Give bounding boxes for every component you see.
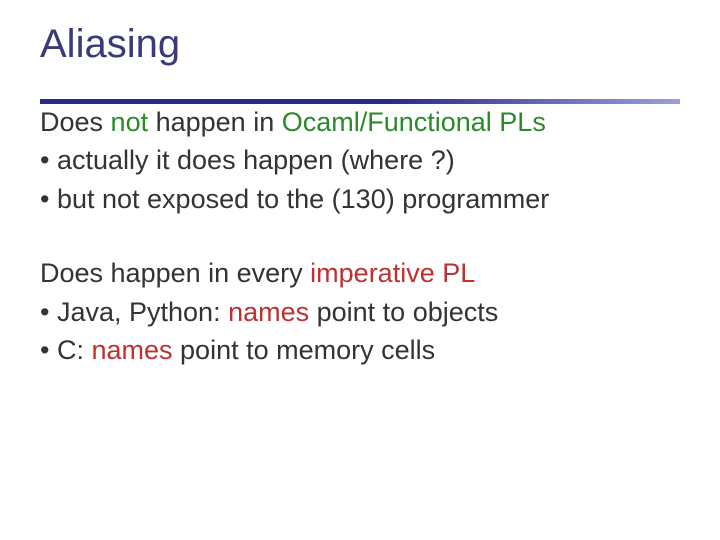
highlight-not: not: [111, 107, 149, 137]
text: Java, Python:: [57, 297, 228, 327]
block-imperative: Does happen in every imperative PL Java,…: [40, 255, 680, 368]
highlight-names: names: [228, 297, 309, 327]
bullet-item: actually it does happen (where ?): [40, 142, 680, 178]
text: Does: [40, 107, 111, 137]
bullet-item: C: names point to memory cells: [40, 332, 680, 368]
slide-title: Aliasing: [40, 22, 680, 73]
slide-title-wrap: Aliasing: [40, 22, 680, 104]
bullet-item: but not exposed to the (130) programmer: [40, 181, 680, 217]
lead-functional: Does not happen in Ocaml/Functional PLs: [40, 104, 680, 140]
text: C:: [57, 335, 92, 365]
text: happen in: [148, 107, 282, 137]
slide: Aliasing Does not happen in Ocaml/Functi…: [0, 0, 720, 540]
highlight-names: names: [91, 335, 172, 365]
highlight-imperative: imperative PL: [310, 258, 475, 288]
text: point to memory cells: [173, 335, 436, 365]
slide-body: Does not happen in Ocaml/Functional PLs …: [40, 104, 680, 369]
highlight-lang: Ocaml/Functional PLs: [282, 107, 546, 137]
bullet-item: Java, Python: names point to objects: [40, 294, 680, 330]
text: point to objects: [309, 297, 498, 327]
block-functional: Does not happen in Ocaml/Functional PLs …: [40, 104, 680, 217]
lead-imperative: Does happen in every imperative PL: [40, 255, 680, 291]
text: Does happen in every: [40, 258, 310, 288]
